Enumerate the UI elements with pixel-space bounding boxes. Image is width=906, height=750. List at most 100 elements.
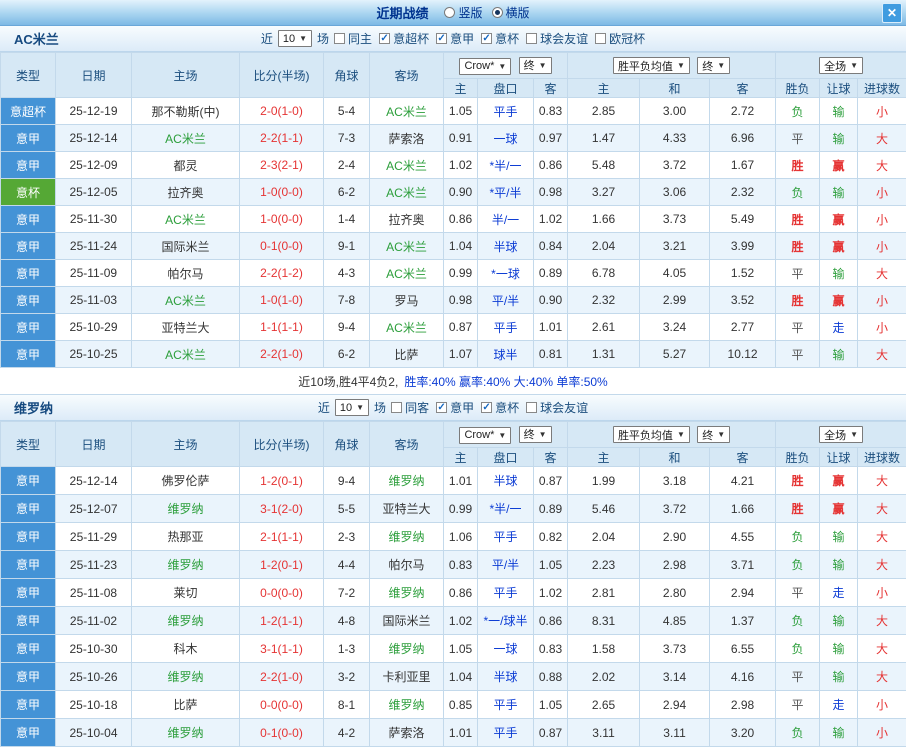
radio-horizontal-label[interactable]: 横版 xyxy=(506,4,530,21)
cell-wdl: 负 xyxy=(776,551,820,579)
filter-label: 球会友谊 xyxy=(540,399,588,416)
cell-avg3: 1.52 xyxy=(710,260,776,287)
filter-item: 球会友谊 xyxy=(526,30,588,47)
odds-source-dropdown[interactable]: Crow*▼ xyxy=(459,427,511,444)
cell-score: 0-1(0-0) xyxy=(240,719,324,747)
cell-avg2: 2.98 xyxy=(640,551,710,579)
filter-controls: 近 10 ▼ 场 同客✓意甲✓意杯球会友谊 xyxy=(318,399,588,416)
cell-odds2: 0.90 xyxy=(534,287,568,314)
cell-odds2: 1.05 xyxy=(534,551,568,579)
odds-time-dropdown[interactable]: 终▼ xyxy=(519,57,552,74)
cell-type: 意甲 xyxy=(1,467,56,495)
cell-odds2: 0.81 xyxy=(534,341,568,368)
cell-avg1: 1.99 xyxy=(568,467,640,495)
col-header-odds-home: 主 xyxy=(444,79,478,98)
checkbox-icon[interactable] xyxy=(334,33,345,44)
match-row: 意甲25-11-30AC米兰1-0(0-0)1-4拉齐奥0.86半/一1.021… xyxy=(1,206,906,233)
radio-horizontal-icon[interactable] xyxy=(492,7,503,18)
cell-wdl: 胜 xyxy=(776,467,820,495)
checkbox-icon[interactable] xyxy=(526,33,537,44)
cell-wdl: 平 xyxy=(776,260,820,287)
cell-goals: 大 xyxy=(858,551,906,579)
cell-letgoal: 输 xyxy=(820,719,858,747)
match-row: 意甲25-12-14佛罗伦萨1-2(0-1)9-4维罗纳1.01半球0.871.… xyxy=(1,467,906,495)
cell-score: 1-0(0-0) xyxy=(240,206,324,233)
cell-corner: 4-4 xyxy=(324,551,370,579)
cell-handicap: 球半 xyxy=(478,341,534,368)
match-count-dropdown[interactable]: 10 ▼ xyxy=(335,399,369,416)
cell-type: 意甲 xyxy=(1,635,56,663)
checkbox-icon[interactable]: ✓ xyxy=(481,33,492,44)
cell-odds1: 0.85 xyxy=(444,691,478,719)
cell-handicap: 一球 xyxy=(478,635,534,663)
cell-goals: 大 xyxy=(858,495,906,523)
scope-dropdown[interactable]: 全场▼ xyxy=(819,426,863,443)
cell-home: 亚特兰大 xyxy=(132,314,240,341)
col-header-date: 日期 xyxy=(56,422,132,467)
radio-vertical-label[interactable]: 竖版 xyxy=(458,4,482,21)
cell-avg1: 1.31 xyxy=(568,341,640,368)
cell-odds2: 0.82 xyxy=(534,523,568,551)
cell-goals: 小 xyxy=(858,179,906,206)
cell-odds2: 0.83 xyxy=(534,98,568,125)
scope-value: 全场 xyxy=(824,427,846,443)
cell-odds1: 0.98 xyxy=(444,287,478,314)
cell-score: 1-2(0-1) xyxy=(240,467,324,495)
cell-wdl: 负 xyxy=(776,635,820,663)
avg-source-dropdown[interactable]: 胜平负均值▼ xyxy=(613,426,690,443)
avg-time-dropdown[interactable]: 终▼ xyxy=(697,57,730,74)
scope-dropdown[interactable]: 全场▼ xyxy=(819,57,863,74)
cell-letgoal: 输 xyxy=(820,260,858,287)
filter-label: 同客 xyxy=(405,399,429,416)
cell-avg3: 4.16 xyxy=(710,663,776,691)
radio-vertical-icon[interactable] xyxy=(444,7,455,18)
cell-handicap: 平手 xyxy=(478,314,534,341)
cell-goals: 小 xyxy=(858,314,906,341)
cell-away: 国际米兰 xyxy=(370,607,444,635)
avg-time-dropdown[interactable]: 终▼ xyxy=(697,426,730,443)
col-header-avg-home: 主 xyxy=(568,448,640,467)
near-label: 近 xyxy=(261,30,273,47)
match-count-dropdown[interactable]: 10 ▼ xyxy=(278,30,312,47)
cell-odds1: 0.86 xyxy=(444,206,478,233)
odds-time-dropdown[interactable]: 终▼ xyxy=(519,426,552,443)
col-header-home: 主场 xyxy=(132,422,240,467)
checkbox-icon[interactable]: ✓ xyxy=(436,33,447,44)
close-button[interactable]: ✕ xyxy=(882,3,902,23)
scope-header-group: 全场▼ xyxy=(776,422,906,448)
games-label: 场 xyxy=(317,30,329,47)
cell-handicap: *一球 xyxy=(478,260,534,287)
checkbox-icon[interactable]: ✓ xyxy=(481,402,492,413)
cell-avg1: 2.02 xyxy=(568,663,640,691)
checkbox-icon[interactable] xyxy=(391,402,402,413)
cell-avg2: 4.33 xyxy=(640,125,710,152)
cell-wdl: 胜 xyxy=(776,287,820,314)
cell-goals: 大 xyxy=(858,341,906,368)
cell-wdl: 负 xyxy=(776,98,820,125)
matches-table-ac-milan: 类型 日期 主场 比分(半场) 角球 客场 Crow*▼ 终▼ 胜平负均值▼ 终… xyxy=(0,52,906,368)
cell-letgoal: 输 xyxy=(820,125,858,152)
cell-corner: 5-5 xyxy=(324,495,370,523)
cell-letgoal: 赢 xyxy=(820,287,858,314)
cell-date: 25-11-30 xyxy=(56,206,132,233)
cell-goals: 大 xyxy=(858,125,906,152)
checkbox-icon[interactable] xyxy=(526,402,537,413)
cell-wdl: 胜 xyxy=(776,495,820,523)
checkbox-icon[interactable]: ✓ xyxy=(436,402,447,413)
cell-odds1: 1.07 xyxy=(444,341,478,368)
cell-away: 卡利亚里 xyxy=(370,663,444,691)
cell-away: 帕尔马 xyxy=(370,551,444,579)
cell-avg2: 3.21 xyxy=(640,233,710,260)
cell-handicap: 平手 xyxy=(478,98,534,125)
team-section-header-2: 维罗纳 近 10 ▼ 场 同客✓意甲✓意杯球会友谊 xyxy=(0,395,906,421)
cell-odds1: 1.05 xyxy=(444,635,478,663)
cell-odds2: 0.83 xyxy=(534,635,568,663)
cell-avg1: 2.32 xyxy=(568,287,640,314)
scope-header-group: 全场▼ xyxy=(776,53,906,79)
checkbox-icon[interactable]: ✓ xyxy=(379,33,390,44)
odds-source-dropdown[interactable]: Crow*▼ xyxy=(459,58,511,75)
avg-source-dropdown[interactable]: 胜平负均值▼ xyxy=(613,57,690,74)
cell-score: 2-2(1-0) xyxy=(240,341,324,368)
chevron-down-icon: ▼ xyxy=(498,62,506,71)
checkbox-icon[interactable] xyxy=(595,33,606,44)
